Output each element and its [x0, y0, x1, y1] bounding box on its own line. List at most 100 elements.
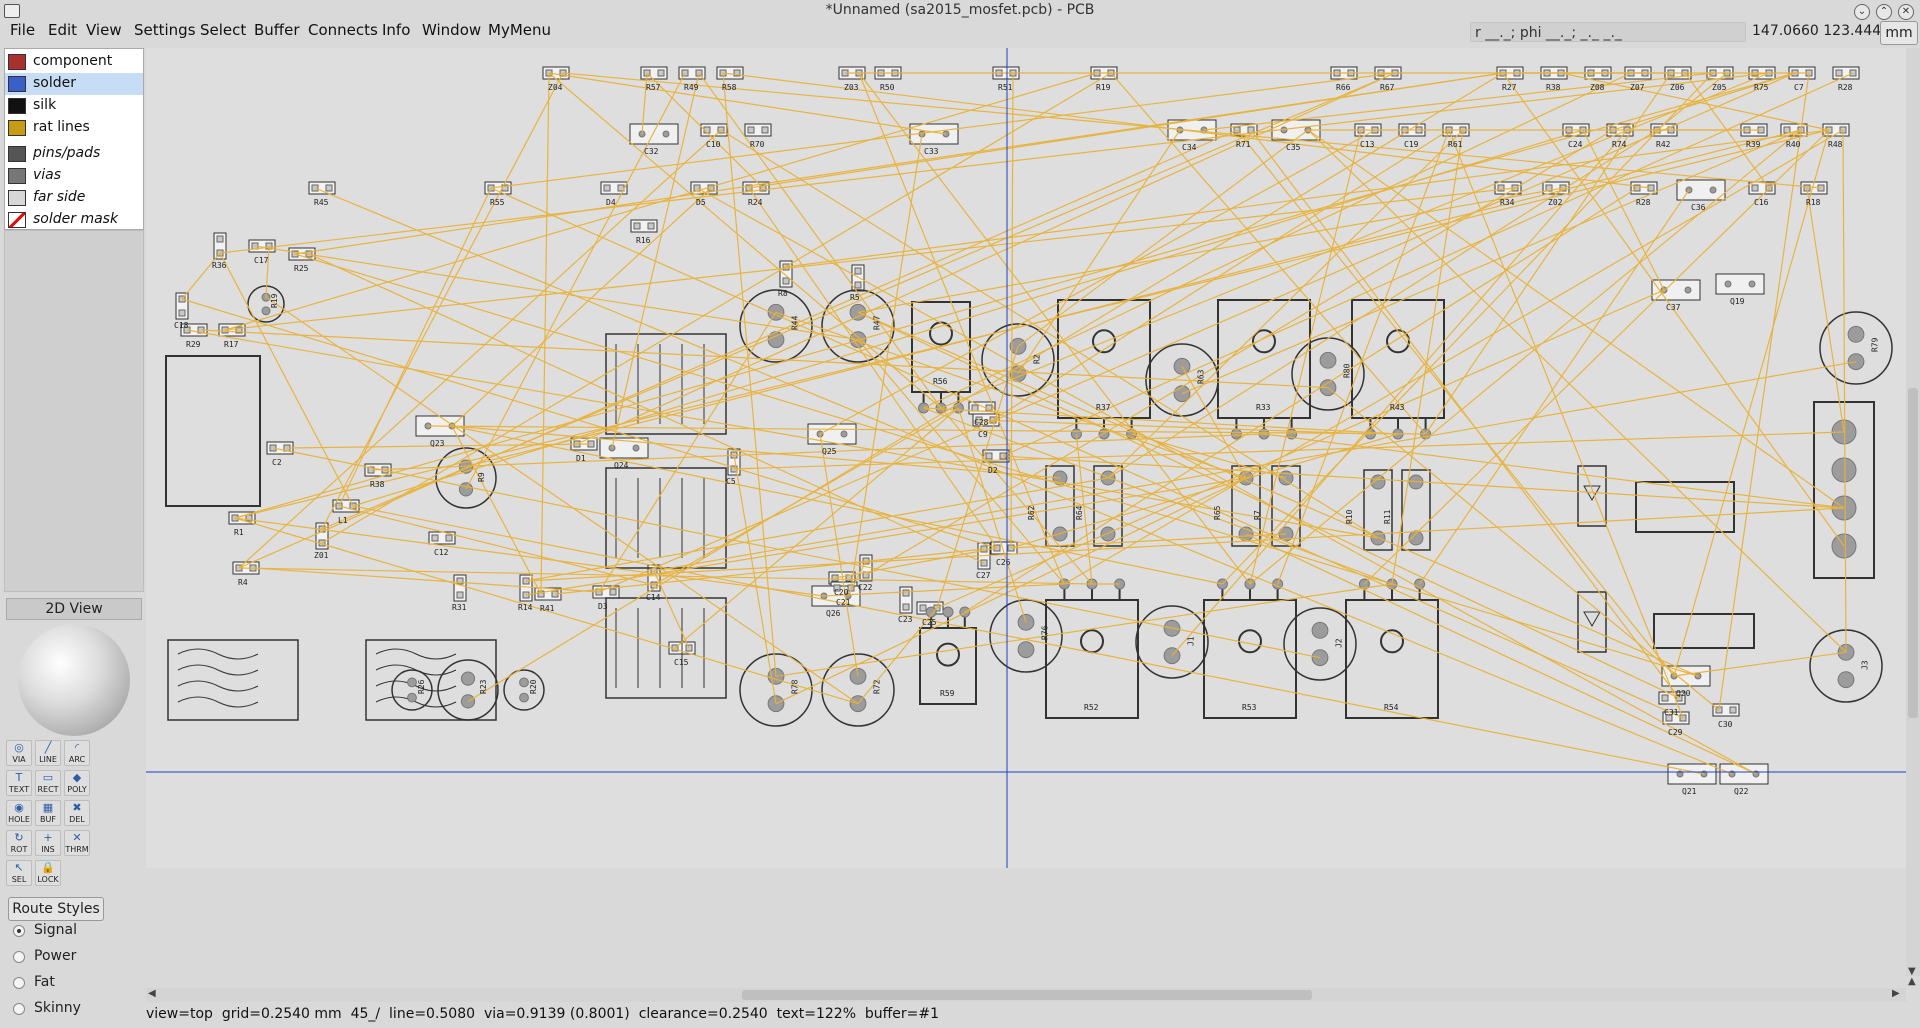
refdes-label: Q26 [826, 609, 841, 618]
refdes-label: R72 [873, 679, 882, 694]
menu-edit[interactable]: Edit [46, 21, 79, 39]
unit-toggle-button[interactable]: mm [1880, 21, 1918, 45]
pad [431, 534, 439, 542]
layer-pins-pads[interactable]: pins/pads [5, 143, 143, 165]
tool-hole-button[interactable]: ◉ HOLE [6, 800, 32, 826]
film-capacitor-outline [1667, 763, 1717, 785]
route-style-label: Fat [34, 974, 55, 990]
layer-color-swatch[interactable] [8, 76, 26, 92]
pin [1748, 280, 1756, 288]
tool-via-button[interactable]: ◎ VIA [6, 740, 32, 766]
layer-silk[interactable]: silk [5, 95, 143, 117]
layer-rat-lines[interactable]: rat lines [5, 117, 143, 139]
layer-color-swatch[interactable] [8, 190, 26, 206]
tool-poly-button[interactable]: ◆ POLY [64, 770, 90, 796]
refdes-label: C13 [1360, 140, 1375, 149]
radio-button[interactable] [13, 951, 25, 963]
rect-icon: ▭ [42, 771, 54, 784]
close-icon[interactable]: ✕ [1898, 4, 1914, 20]
tool-lock-button[interactable]: 🔒 LOCK [35, 860, 61, 886]
view-rotation-ball[interactable] [18, 624, 130, 736]
layer-solder[interactable]: solder [5, 73, 143, 95]
scroll-up-icon[interactable]: ▲ [1908, 976, 1916, 987]
layer-color-swatch[interactable] [8, 54, 26, 70]
refdes-label: D3 [598, 602, 608, 611]
menu-buffer[interactable]: Buffer [252, 21, 302, 39]
tool-ins-button[interactable]: + INS [35, 830, 61, 856]
pin [849, 695, 867, 713]
pad [782, 277, 790, 285]
layer-color-swatch[interactable] [8, 98, 26, 114]
refdes-label: R36 [212, 261, 227, 270]
layer-solder-mask[interactable]: solder mask [5, 209, 143, 231]
pad [854, 267, 862, 275]
menu-settings[interactable]: Settings [132, 21, 198, 39]
refdes-label: J2 [1335, 638, 1344, 648]
menu-view[interactable]: View [84, 21, 124, 39]
pad [456, 591, 464, 599]
radio-button[interactable] [13, 1003, 25, 1015]
refdes-label: C29 [1668, 728, 1683, 737]
layer-color-swatch[interactable] [8, 146, 26, 162]
refdes-label: R65 [1213, 505, 1222, 520]
tool-buf-button[interactable]: ▦ BUF [35, 800, 61, 826]
tool-rot-button[interactable]: ↻ ROT [6, 830, 32, 856]
refdes-label: R23 [479, 679, 488, 694]
maximize-icon[interactable]: ⌃ [1876, 4, 1892, 20]
radio-button[interactable] [13, 977, 25, 989]
refdes-label: R16 [636, 236, 651, 245]
pcb-board[interactable]: Z04 R57 R49 R58 Z03 R50 R51 R19 R66 R67 R27 R38 Z08 Z… [146, 48, 1906, 868]
menu-window[interactable]: Window [420, 21, 483, 39]
layer-color-swatch[interactable] [8, 120, 26, 136]
layer-color-swatch[interactable] [8, 212, 26, 228]
layer-far-side[interactable]: far side [5, 187, 143, 209]
menu-select[interactable]: Select [198, 21, 248, 39]
tool-text-button[interactable]: T TEXT [6, 770, 32, 796]
tool-thrm-button[interactable]: ✕ THRM [64, 830, 90, 856]
refdes-label: R53 [1242, 703, 1257, 712]
layer-color-swatch[interactable] [8, 168, 26, 184]
refdes-label: R24 [748, 198, 763, 207]
minimize-icon[interactable]: ⌄ [1854, 4, 1870, 20]
refdes-label: C22 [858, 583, 873, 592]
view-2d-button[interactable]: 2D View [6, 598, 142, 620]
refdes-label: C9 [978, 430, 988, 439]
menu-connects[interactable]: Connects [306, 21, 380, 39]
route-style-label: Power [34, 948, 77, 964]
scroll-right-icon[interactable]: ▶ [1892, 988, 1900, 999]
tool-label: VIA [12, 755, 26, 764]
layer-component[interactable]: component [5, 51, 143, 73]
refdes-label: R54 [1384, 703, 1399, 712]
menu-file[interactable]: File [8, 21, 37, 39]
scroll-left-icon[interactable]: ◀ [148, 988, 156, 999]
vertical-scrollbar[interactable]: ▲ [1906, 48, 1920, 987]
tool-arc-button[interactable]: ◜ ARC [64, 740, 90, 766]
arc-icon: ◜ [74, 741, 80, 754]
route-styles-button[interactable]: Route Styles [8, 897, 104, 921]
pin [632, 444, 640, 452]
menu-mymenu[interactable]: MyMenu [486, 21, 553, 39]
tool-del-button[interactable]: ✖ DEL [64, 800, 90, 826]
status-bar: view=top grid=0.2540 mm 45_/ line=0.5080… [146, 1006, 1906, 1026]
refdes-label: R58 [722, 83, 737, 92]
horizontal-scroll-thumb[interactable] [742, 990, 1312, 1000]
refdes-label: R66 [1336, 83, 1351, 92]
menu-info[interactable]: Info [380, 21, 412, 39]
layer-vias[interactable]: vias [5, 165, 143, 187]
tool-label: LINE [39, 755, 57, 764]
horizontal-scrollbar[interactable]: ◀ ▶ [146, 988, 1906, 1002]
tool-sel-button[interactable]: ↖ SEL [6, 860, 32, 886]
tool-line-button[interactable]: ╱ LINE [35, 740, 61, 766]
scroll-down-icon[interactable]: ▼ [1908, 966, 1916, 977]
title-bar: *Unnamed (sa2015_mosfet.pcb) - PCB ⌄ ⌃ ✕ [0, 0, 1920, 22]
refdes-label: R14 [518, 603, 533, 612]
refdes-label: R56 [933, 377, 948, 386]
pcb-canvas[interactable]: Z04 R57 R49 R58 Z03 R50 R51 R19 R66 R67 R27 R38 Z08 Z… [146, 48, 1906, 868]
radio-button[interactable] [13, 925, 25, 937]
refdes-label: R64 [1075, 505, 1084, 520]
tool-rect-button[interactable]: ▭ RECT [35, 770, 61, 796]
refdes-label: Q20 [1676, 689, 1691, 698]
via-icon: ◎ [14, 741, 24, 754]
refdes-label: Q21 [1682, 787, 1697, 796]
vertical-scroll-thumb[interactable] [1908, 388, 1918, 718]
